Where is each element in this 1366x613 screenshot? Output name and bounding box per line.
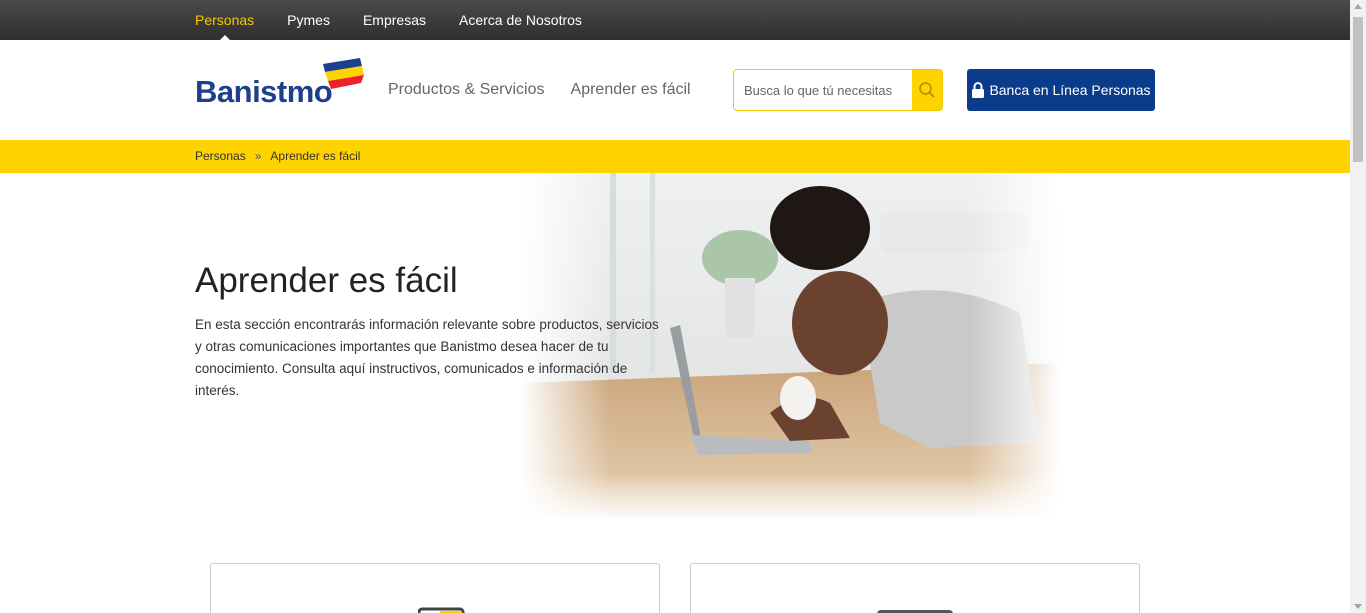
search-button[interactable] bbox=[912, 70, 942, 110]
segment-tab-pymes[interactable]: Pymes bbox=[287, 0, 330, 40]
breadcrumb-separator: » bbox=[254, 149, 262, 163]
scroll-thumb[interactable] bbox=[1353, 17, 1363, 162]
lock-icon bbox=[972, 82, 985, 98]
breadcrumb-bar: Personas » Aprender es fácil bbox=[0, 140, 1350, 173]
scroll-down-arrow-icon[interactable] bbox=[1354, 604, 1362, 609]
page-scrollbar[interactable] bbox=[1350, 0, 1366, 613]
info-card-1[interactable] bbox=[210, 563, 660, 613]
page: Personas Pymes Empresas Acerca de Nosotr… bbox=[0, 0, 1366, 613]
search-box bbox=[733, 69, 943, 111]
main-nav: Productos & Servicios Aprender es fácil bbox=[388, 40, 717, 140]
document-icon bbox=[418, 607, 465, 613]
hero-title: Aprender es fácil bbox=[195, 261, 458, 300]
header: Banistmo Productos & Servicios Aprender … bbox=[0, 40, 1350, 140]
segment-tab-empresas[interactable]: Empresas bbox=[363, 0, 426, 40]
segment-tab-personas[interactable]: Personas bbox=[195, 0, 254, 40]
hero-description: En esta sección encontrarás información … bbox=[195, 317, 659, 398]
segment-nav: Personas Pymes Empresas Acerca de Nosotr… bbox=[195, 0, 615, 40]
online-banking-button[interactable]: Banca en Línea Personas bbox=[967, 69, 1155, 111]
top-bar: Personas Pymes Empresas Acerca de Nosotr… bbox=[0, 0, 1350, 40]
banistmo-logo[interactable]: Banistmo bbox=[195, 56, 365, 109]
search-icon bbox=[919, 82, 935, 98]
segment-tab-acerca[interactable]: Acerca de Nosotros bbox=[459, 0, 582, 40]
search-input[interactable] bbox=[734, 70, 912, 110]
hero: Aprender es fácil En esta sección encont… bbox=[0, 173, 1350, 518]
scroll-up-arrow-icon[interactable] bbox=[1354, 4, 1362, 9]
nav-aprender-es-facil[interactable]: Aprender es fácil bbox=[571, 81, 691, 99]
breadcrumb-current: Aprender es fácil bbox=[270, 149, 361, 163]
device-icon bbox=[877, 610, 953, 613]
logo-wordmark: Banistmo bbox=[195, 74, 333, 109]
online-banking-label: Banca en Línea Personas bbox=[989, 82, 1151, 98]
breadcrumb: Personas » Aprender es fácil bbox=[195, 140, 360, 173]
info-card-2[interactable] bbox=[690, 563, 1140, 613]
breadcrumb-personas[interactable]: Personas bbox=[195, 149, 246, 163]
nav-productos-servicios[interactable]: Productos & Servicios bbox=[388, 81, 545, 99]
